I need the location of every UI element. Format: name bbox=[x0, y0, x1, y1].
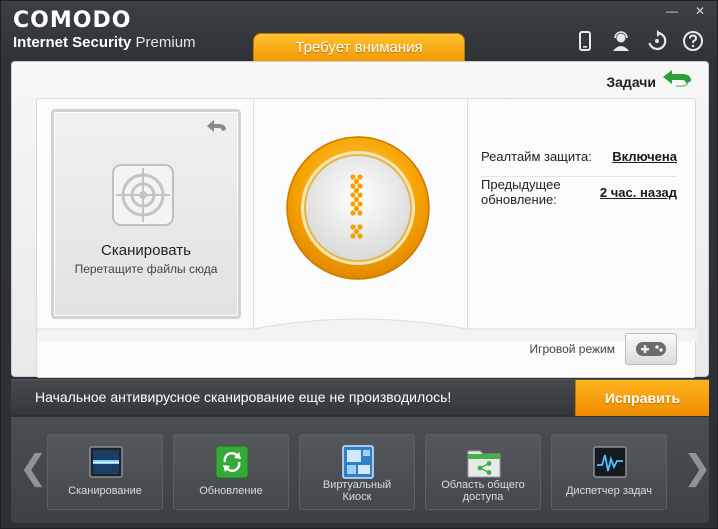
tile-label-line2: Киоск bbox=[342, 491, 372, 503]
scroll-right-button[interactable]: ❯ bbox=[683, 451, 712, 485]
tile-task-manager[interactable]: Диспетчер задач bbox=[551, 434, 667, 510]
update-label-line2: обновление: bbox=[481, 192, 557, 207]
tasks-link[interactable]: Задачи bbox=[606, 70, 694, 93]
scanner-icon bbox=[89, 446, 123, 478]
shared-folder-icon bbox=[467, 450, 501, 478]
status-info: Реалтайм защита: Включена Предыдущее обн… bbox=[481, 149, 677, 207]
scan-title: Сканировать bbox=[101, 242, 191, 259]
divider bbox=[253, 99, 254, 331]
scan-tile[interactable]: Сканировать Перетащите файлы сюда bbox=[51, 109, 241, 319]
tile-shared-space[interactable]: Область общего доступа bbox=[425, 434, 541, 510]
top-icons bbox=[573, 29, 705, 53]
tile-label: Область общего доступа bbox=[428, 479, 538, 503]
tile-virtual-kiosk[interactable]: Виртуальный Киоск bbox=[299, 434, 415, 510]
support-agent-icon[interactable] bbox=[609, 29, 633, 53]
realtime-protection-row: Реалтайм защита: Включена bbox=[481, 149, 677, 164]
update-label: Предыдущее обновление: bbox=[481, 177, 561, 207]
game-mode-row: Игровой режим bbox=[529, 333, 677, 365]
tile-label-line2: доступа bbox=[462, 491, 504, 503]
update-label-line1: Предыдущее bbox=[481, 177, 561, 192]
scan-subtitle: Перетащите файлы сюда bbox=[74, 262, 218, 276]
update-icon bbox=[215, 445, 249, 479]
tasks-label: Задачи bbox=[606, 73, 656, 90]
last-update-row: Предыдущее обновление: 2 час. назад bbox=[481, 177, 677, 207]
brand-logo: COMODO bbox=[13, 8, 132, 33]
fix-button[interactable]: Исправить bbox=[575, 380, 709, 416]
main-panel: Задачи Сканировать Перетащите файлы сюда… bbox=[11, 61, 709, 378]
refresh-icon[interactable] bbox=[645, 29, 669, 53]
tile-label: Диспетчер задач bbox=[565, 485, 653, 497]
tile-scan[interactable]: Сканирование bbox=[47, 434, 163, 510]
alert-message: Начальное антивирусное сканирование еще … bbox=[35, 389, 452, 405]
update-value-link[interactable]: 2 час. назад bbox=[600, 185, 677, 200]
attention-tab[interactable]: Требует внимания bbox=[253, 33, 465, 61]
tile-label-line1: Область общего bbox=[441, 479, 525, 491]
realtime-value-link[interactable]: Включена bbox=[612, 149, 677, 164]
warning-status-icon bbox=[286, 136, 430, 280]
tile-label-line1: Виртуальный bbox=[322, 479, 392, 491]
close-button[interactable]: ✕ bbox=[693, 5, 707, 17]
task-tiles: Сканирование Обновление Виртуальный Киос… bbox=[47, 434, 667, 510]
alert-bar: Начальное антивирусное сканирование еще … bbox=[11, 379, 709, 416]
game-mode-button[interactable] bbox=[625, 333, 677, 365]
divider bbox=[467, 99, 468, 331]
tile-label: Обновление bbox=[199, 485, 263, 497]
tile-label: Виртуальный Киоск bbox=[302, 479, 412, 503]
tasks-arrow-icon bbox=[662, 70, 694, 93]
virtual-kiosk-icon bbox=[342, 445, 374, 479]
undo-arrow-icon bbox=[206, 120, 228, 139]
realtime-label: Реалтайм защита: bbox=[481, 149, 592, 164]
task-toolbar: ❮ ❯ Сканирование Обновление Виртуальный … bbox=[11, 417, 712, 523]
help-icon[interactable] bbox=[681, 29, 705, 53]
gamepad-icon bbox=[636, 342, 666, 356]
scroll-left-button[interactable]: ❮ bbox=[19, 451, 48, 485]
product-name: Internet Security bbox=[13, 34, 132, 51]
window-controls: — ✕ bbox=[665, 5, 707, 17]
scan-target-icon bbox=[112, 164, 174, 226]
mobile-icon[interactable] bbox=[573, 29, 597, 53]
brand-product: Internet Security Premium bbox=[13, 34, 196, 51]
task-manager-icon bbox=[593, 446, 627, 478]
minimize-button[interactable]: — bbox=[665, 5, 679, 17]
content-box: Сканировать Перетащите файлы сюда Реалта… bbox=[36, 98, 697, 378]
brand: COMODO Internet Security Premium bbox=[13, 8, 196, 52]
tile-label: Сканирование bbox=[68, 485, 142, 497]
product-edition: Premium bbox=[135, 34, 196, 51]
main-window: COMODO Internet Security Premium — ✕ Тре… bbox=[0, 0, 718, 529]
tile-update[interactable]: Обновление bbox=[173, 434, 289, 510]
game-mode-label: Игровой режим bbox=[529, 342, 616, 356]
